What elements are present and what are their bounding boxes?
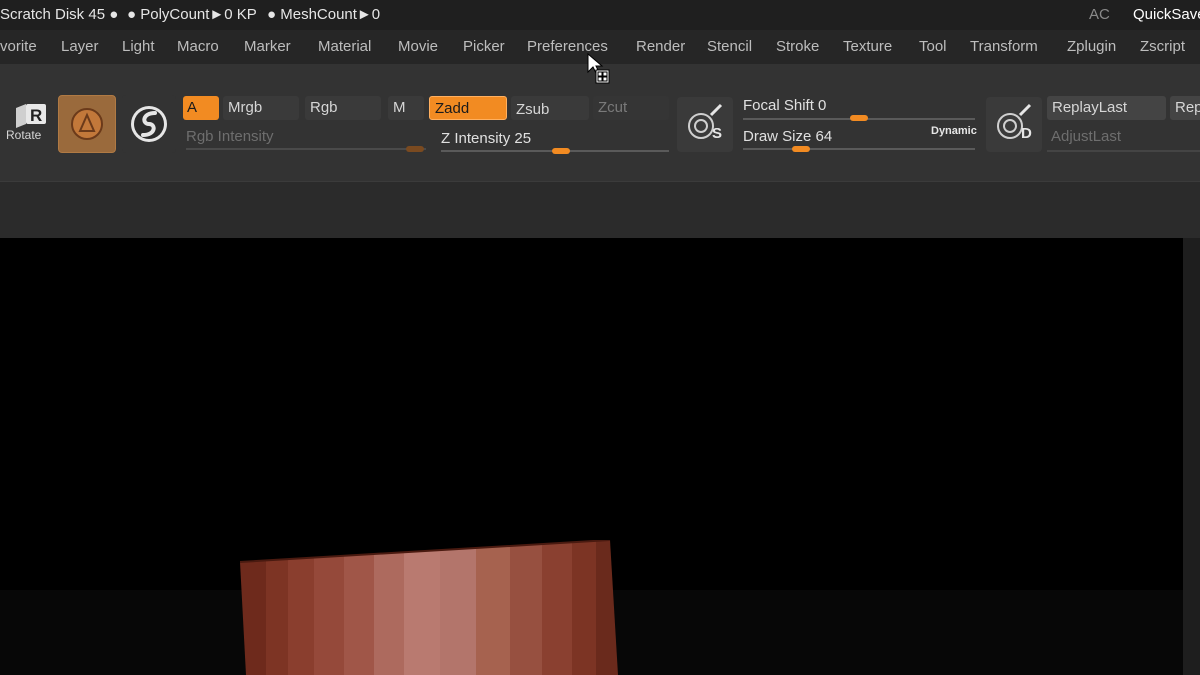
menu-zplugin[interactable]: Zplugin bbox=[1067, 38, 1116, 55]
replaylast-button[interactable]: ReplayLast bbox=[1047, 96, 1166, 120]
menu-marker[interactable]: Marker bbox=[244, 38, 291, 55]
cylinder-mesh[interactable] bbox=[240, 540, 618, 675]
zadd-toggle-button[interactable]: Zadd bbox=[429, 96, 507, 120]
menu-light[interactable]: Light bbox=[122, 38, 155, 55]
menu-transform[interactable]: Transform bbox=[970, 38, 1038, 55]
s-letter: S bbox=[712, 125, 723, 142]
adjustlast-button[interactable]: AdjustLast bbox=[1051, 128, 1121, 145]
polycount-readout: ● PolyCount►0 KP bbox=[127, 6, 257, 23]
menu-render[interactable]: Render bbox=[636, 38, 685, 55]
menu-material[interactable]: Material bbox=[318, 38, 371, 55]
menu-favorite[interactable]: vorite bbox=[0, 38, 37, 55]
menu-zscript[interactable]: Zscript bbox=[1140, 38, 1185, 55]
rotate-button[interactable]: R Rotate bbox=[4, 100, 48, 144]
mrgb-toggle-button[interactable]: Mrgb bbox=[223, 96, 299, 120]
menu-movie[interactable]: Movie bbox=[398, 38, 438, 55]
a-toggle-button[interactable]: A bbox=[183, 96, 219, 120]
z-intensity-knob[interactable] bbox=[551, 148, 570, 154]
stroke-selector-button[interactable] bbox=[122, 95, 176, 153]
draw-size-track[interactable] bbox=[743, 148, 975, 150]
menu-texture[interactable]: Texture bbox=[843, 38, 892, 55]
focal-shift-label: Focal Shift 0 bbox=[743, 97, 827, 114]
z-intensity-label: Z Intensity 25 bbox=[441, 130, 532, 147]
d-brush-button[interactable]: D bbox=[986, 97, 1042, 152]
menu-macro[interactable]: Macro bbox=[177, 38, 219, 55]
draw-size-label: Draw Size 64 bbox=[743, 128, 833, 145]
meshcount-readout: ● MeshCount►0 bbox=[267, 6, 381, 23]
menu-tool[interactable]: Tool bbox=[919, 38, 947, 55]
rgb-toggle-button[interactable]: Rgb bbox=[305, 96, 381, 120]
zcut-toggle-button[interactable]: Zcut bbox=[593, 96, 669, 120]
rgb-intensity-label: Rgb Intensity bbox=[186, 128, 274, 145]
adjustlast-track bbox=[1047, 150, 1200, 152]
dynamic-toggle[interactable]: Dynamic bbox=[931, 125, 977, 137]
rotate-label: Rotate bbox=[6, 128, 42, 142]
rotate-letter: R bbox=[30, 106, 42, 125]
rgb-intensity-knob[interactable] bbox=[406, 146, 424, 152]
lower-shelf bbox=[0, 182, 1200, 238]
scratch-disk-readout: Scratch Disk 45 ● bbox=[0, 6, 119, 23]
quicksave-button[interactable]: QuickSave bbox=[1133, 6, 1200, 23]
menu-layer[interactable]: Layer bbox=[61, 38, 99, 55]
brush-icon bbox=[71, 108, 103, 140]
rgb-intensity-track[interactable] bbox=[186, 148, 426, 150]
m-toggle-button[interactable]: M bbox=[388, 96, 424, 120]
stroke-icon bbox=[131, 106, 167, 142]
menu-picker[interactable]: Picker bbox=[463, 38, 505, 55]
s-brush-button[interactable]: S bbox=[677, 97, 733, 152]
ac-button[interactable]: AC bbox=[1089, 6, 1110, 23]
focal-shift-knob[interactable] bbox=[850, 115, 868, 121]
menu-stencil[interactable]: Stencil bbox=[707, 38, 752, 55]
target-brush-icon bbox=[688, 103, 723, 139]
zsub-toggle-button[interactable]: Zsub bbox=[511, 96, 589, 120]
target-brush-icon-d bbox=[997, 103, 1032, 139]
brush-selector-button[interactable] bbox=[58, 95, 116, 153]
rep-button[interactable]: Rep bbox=[1170, 96, 1200, 120]
d-letter: D bbox=[1021, 125, 1032, 142]
mouse-cursor-icon bbox=[587, 52, 610, 84]
draw-size-knob[interactable] bbox=[791, 146, 810, 152]
menu-stroke[interactable]: Stroke bbox=[776, 38, 819, 55]
right-tray bbox=[1183, 238, 1200, 675]
